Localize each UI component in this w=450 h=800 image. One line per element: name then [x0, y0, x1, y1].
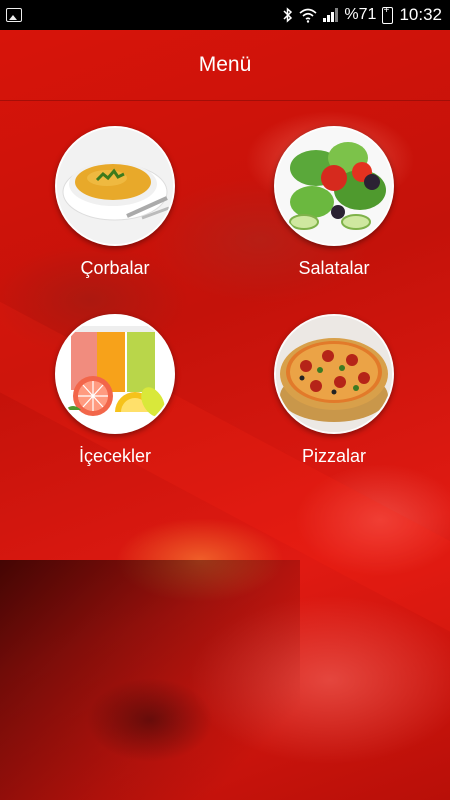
signal-icon — [323, 8, 339, 22]
battery-percent: %71 — [344, 6, 377, 23]
drinks-icon — [55, 314, 175, 434]
menu-item-salatalar[interactable]: Salatalar — [254, 126, 414, 279]
app-header: Menü — [0, 30, 450, 101]
menu-item-pizzalar[interactable]: Pizzalar — [254, 314, 414, 467]
menu-item-label: İçecekler — [78, 446, 152, 466]
menu-item-label: Pizzalar — [301, 446, 367, 466]
wifi-icon — [299, 8, 317, 23]
menu-item-corbalar[interactable]: Çorbalar — [35, 126, 195, 279]
pizza-icon — [274, 314, 394, 434]
soup-icon — [55, 126, 175, 246]
menu-item-label: Çorbalar — [80, 258, 150, 278]
menu-item-label: Salatalar — [298, 258, 370, 278]
bluetooth-icon — [283, 7, 293, 23]
battery-icon — [382, 5, 394, 24]
background-shadow — [0, 560, 300, 800]
salad-icon — [274, 126, 394, 246]
image-icon — [6, 8, 22, 22]
app-screen: %71 10:32 Menü Çorbalar — [0, 0, 450, 800]
status-bar: %71 10:32 — [0, 0, 450, 30]
menu-item-icecekler[interactable]: İçecekler — [35, 314, 195, 467]
clock: 10:32 — [399, 5, 442, 24]
page-title: Menü — [198, 53, 252, 76]
